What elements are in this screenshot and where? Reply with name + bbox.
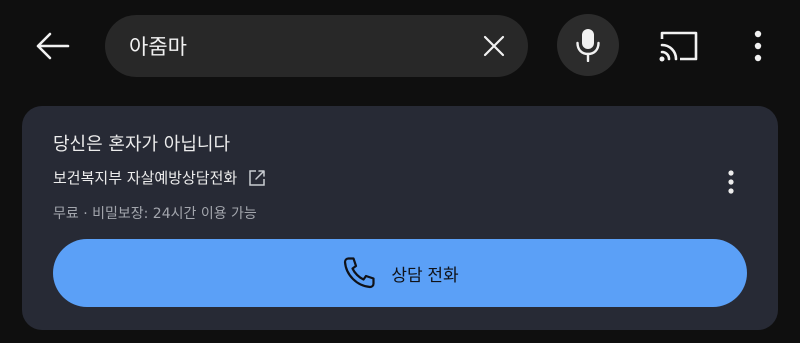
call-button-label: 상담 전화: [391, 265, 459, 285]
search-box: [105, 15, 528, 77]
arrow-left-icon: [34, 31, 70, 61]
microphone-icon: [575, 28, 601, 62]
call-counseling-button[interactable]: 상담 전화: [53, 239, 747, 307]
service-details: 무료 · 비밀보장: 24시간 이용 가능: [53, 206, 257, 222]
close-icon: [482, 34, 506, 58]
back-button[interactable]: [26, 22, 78, 70]
external-link-icon: [247, 168, 267, 188]
card-title: 당신은 혼자가 아닙니다: [53, 134, 231, 155]
card-more-button[interactable]: [716, 166, 746, 198]
clear-search-button[interactable]: [480, 32, 508, 60]
crisis-help-card: 당신은 혼자가 아닙니다 보건복지부 자살예방상담전화 무료 · 비밀보장: 2…: [22, 106, 778, 330]
cast-button[interactable]: [653, 24, 703, 68]
cast-icon: [658, 30, 698, 62]
search-screen: 당신은 혼자가 아닙니다 보건복지부 자살예방상담전화 무료 · 비밀보장: 2…: [0, 0, 800, 343]
search-input[interactable]: [129, 15, 459, 77]
provider-name: 보건복지부 자살예방상담전화: [53, 169, 238, 187]
voice-search-button[interactable]: [557, 14, 619, 76]
more-vertical-icon: [754, 30, 762, 62]
provider-link[interactable]: 보건복지부 자살예방상담전화: [53, 167, 267, 188]
more-vertical-icon: [728, 170, 734, 194]
more-options-button[interactable]: [740, 22, 776, 70]
phone-icon: [341, 255, 377, 291]
